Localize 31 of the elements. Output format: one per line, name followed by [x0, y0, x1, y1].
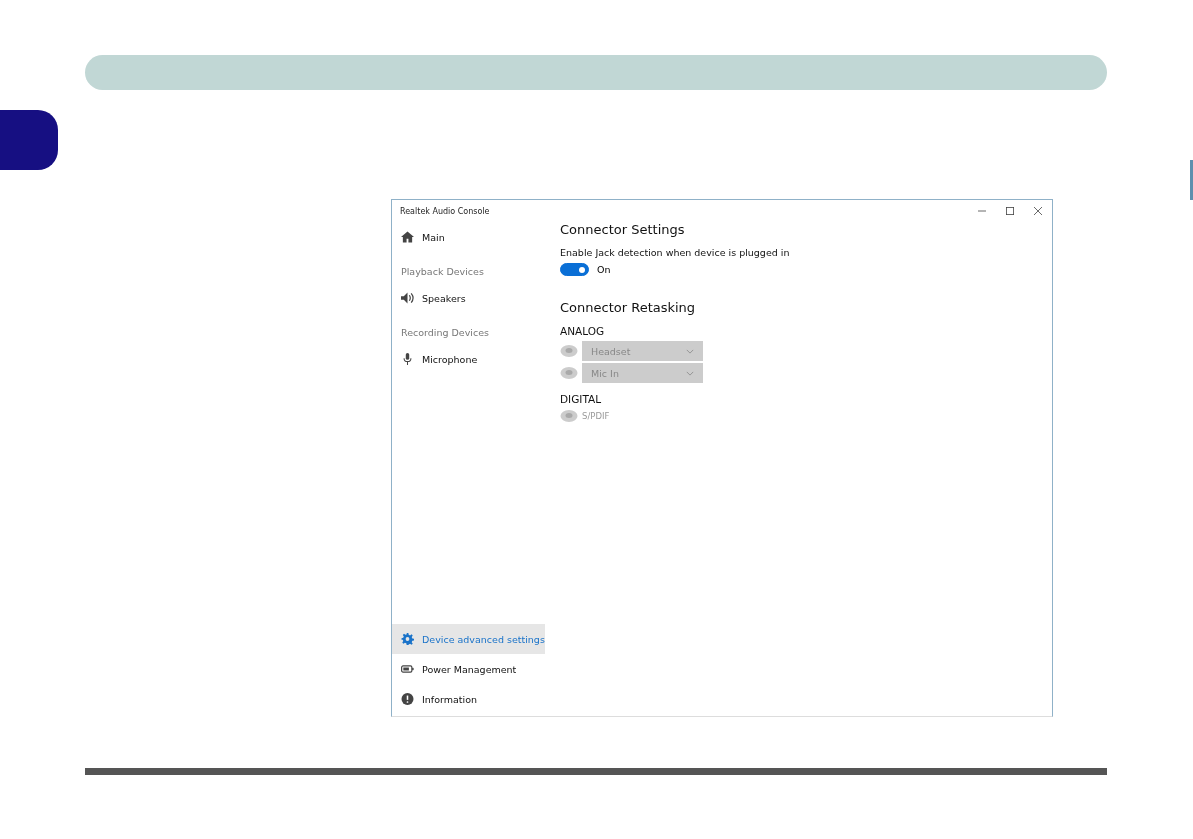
gear-icon: [401, 633, 414, 645]
section-title: Connector Retasking: [560, 300, 697, 315]
jack-icon: [560, 366, 578, 380]
nav-item[interactable]: Main: [392, 222, 545, 252]
jack-icon: [560, 409, 578, 423]
group-title: ANALOG: [560, 325, 606, 337]
jack-icon: [560, 344, 578, 358]
battery-icon: [401, 663, 414, 675]
nav-item[interactable]: Power Management: [392, 654, 545, 684]
maximize-icon[interactable]: [1006, 207, 1014, 215]
chevron-down-icon: [686, 370, 694, 376]
nav-item[interactable]: Device advanced settings: [392, 624, 545, 654]
chevron-down-icon: [686, 348, 694, 354]
home-icon: [401, 231, 414, 243]
section-header: Playback Devices: [400, 265, 485, 279]
exclamation-icon: [401, 693, 414, 705]
close-icon[interactable]: [1034, 207, 1042, 215]
description-text: Enable Jack detection when device is plugged in: [560, 247, 791, 258]
connector-label: S/PDIF: [582, 411, 610, 421]
nav-item[interactable]: Information: [392, 684, 545, 714]
speaker-icon: [401, 292, 414, 304]
page-edge-mark: [1190, 160, 1193, 200]
section-header: Recording Devices: [400, 326, 490, 340]
group-title: DIGITAL: [560, 393, 603, 405]
nav-item[interactable]: Speakers: [392, 283, 545, 313]
microphone-icon: [401, 353, 414, 365]
window-title: Realtek Audio Console: [400, 206, 490, 216]
toggle-switch[interactable]: [560, 263, 589, 276]
section-title: Connector Settings: [560, 222, 686, 237]
nav-item[interactable]: Microphone: [392, 344, 545, 374]
toggle-label: On: [597, 264, 611, 275]
